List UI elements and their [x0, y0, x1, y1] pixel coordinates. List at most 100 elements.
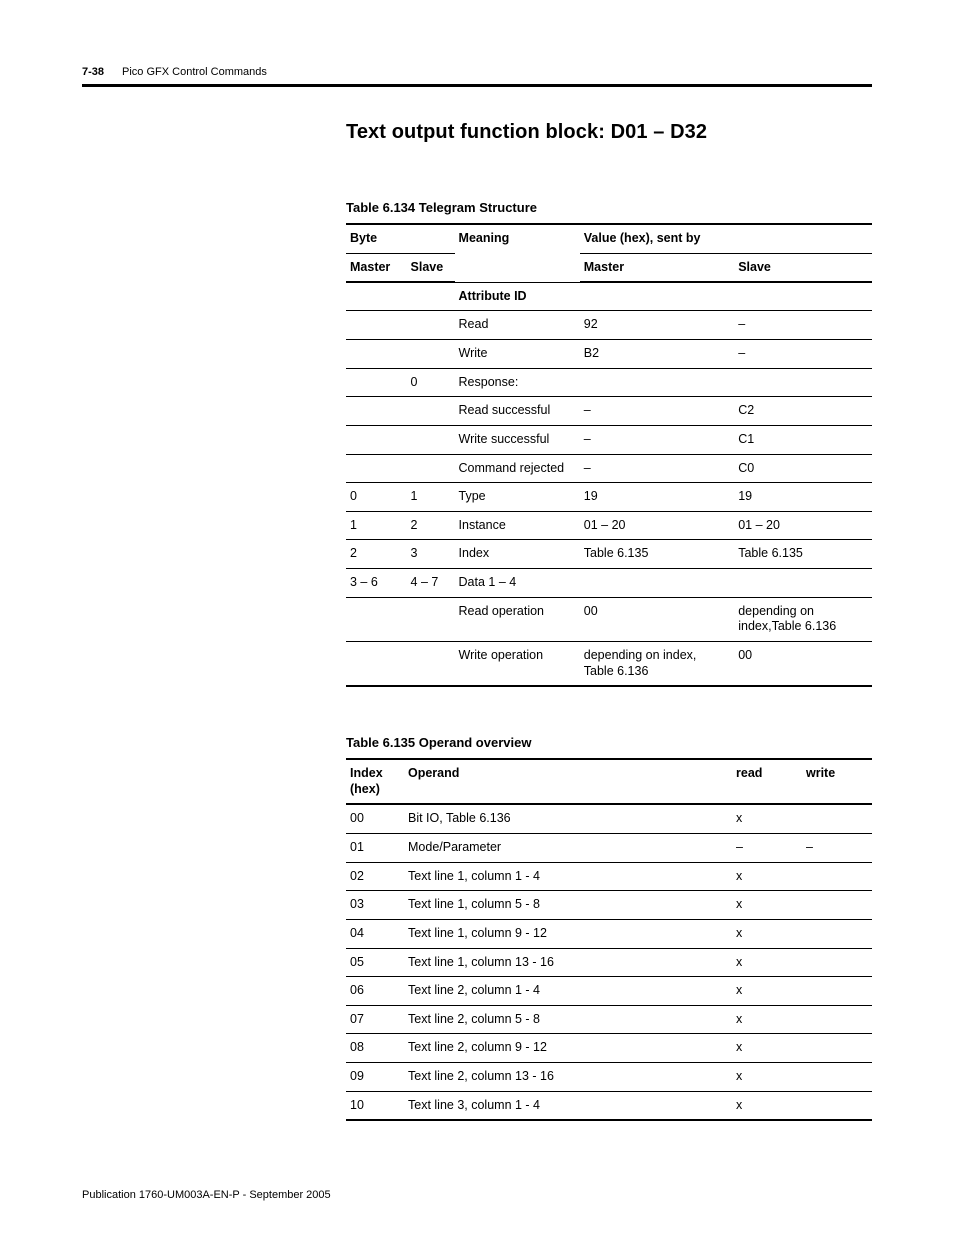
cell: Write operation	[455, 641, 580, 686]
cell: –	[732, 834, 802, 863]
cell: 01	[346, 834, 404, 863]
cell: Text line 1, column 1 - 4	[404, 862, 732, 891]
cell	[802, 977, 872, 1006]
table-135-caption: Table 6.135 Operand overview	[346, 735, 872, 750]
table-row: Read successful–C2	[346, 397, 872, 426]
cell	[407, 425, 455, 454]
cell: 09	[346, 1063, 404, 1092]
cell: x	[732, 804, 802, 833]
cell: Text line 3, column 1 - 4	[404, 1091, 732, 1120]
table-row: Write operationdepending on index, Table…	[346, 641, 872, 686]
cell: Read	[455, 311, 580, 340]
running-header: 7-38 Pico GFX Control Commands	[82, 66, 872, 78]
table-row: Attribute ID	[346, 282, 872, 311]
table-134: Byte Meaning Value (hex), sent by Master…	[346, 223, 872, 687]
cell: Text line 1, column 5 - 8	[404, 891, 732, 920]
table-row: 0Response:	[346, 368, 872, 397]
page-number: 7-38	[82, 66, 104, 78]
cell	[802, 1063, 872, 1092]
cell: 92	[580, 311, 734, 340]
cell: Text line 2, column 13 - 16	[404, 1063, 732, 1092]
cell: Write	[455, 340, 580, 369]
table-row: 23IndexTable 6.135Table 6.135	[346, 540, 872, 569]
cell: 00	[580, 597, 734, 641]
cell: 00	[346, 804, 404, 833]
th-index: Index (hex)	[346, 759, 404, 804]
publication-footer: Publication 1760-UM003A-EN-P - September…	[82, 1189, 331, 1201]
cell: Response:	[455, 368, 580, 397]
cell: 0	[407, 368, 455, 397]
cell: 10	[346, 1091, 404, 1120]
cell	[802, 1091, 872, 1120]
cell	[407, 311, 455, 340]
table-row: 3 – 64 – 7Data 1 – 4	[346, 569, 872, 598]
cell: 3 – 6	[346, 569, 407, 598]
cell	[802, 891, 872, 920]
cell	[346, 340, 407, 369]
cell: Write successful	[455, 425, 580, 454]
cell: depending on index,Table 6.136	[734, 597, 872, 641]
table-row: 01Mode/Parameter––	[346, 834, 872, 863]
cell	[346, 282, 407, 311]
cell	[734, 569, 872, 598]
page: 7-38 Pico GFX Control Commands Text outp…	[0, 0, 954, 1235]
th-byte: Byte	[346, 224, 455, 253]
cell: 03	[346, 891, 404, 920]
table-row: Command rejected–C0	[346, 454, 872, 483]
cell: Text line 2, column 1 - 4	[404, 977, 732, 1006]
cell: Text line 1, column 13 - 16	[404, 948, 732, 977]
cell: Command rejected	[455, 454, 580, 483]
table-row: 09Text line 2, column 13 - 16x	[346, 1063, 872, 1092]
cell: x	[732, 948, 802, 977]
cell	[580, 282, 734, 311]
cell: 2	[346, 540, 407, 569]
cell: x	[732, 1034, 802, 1063]
cell	[346, 311, 407, 340]
th-byte-master: Master	[346, 253, 407, 282]
table-row: 06Text line 2, column 1 - 4x	[346, 977, 872, 1006]
cell	[346, 641, 407, 686]
cell	[802, 1034, 872, 1063]
table-row: 07Text line 2, column 5 - 8x	[346, 1005, 872, 1034]
cell	[580, 569, 734, 598]
cell: –	[580, 397, 734, 426]
cell: 19	[580, 483, 734, 512]
cell: C2	[734, 397, 872, 426]
cell: Text line 1, column 9 - 12	[404, 919, 732, 948]
cell: 19	[734, 483, 872, 512]
cell: x	[732, 1063, 802, 1092]
cell	[407, 641, 455, 686]
cell: 0	[346, 483, 407, 512]
cell: Attribute ID	[455, 282, 580, 311]
cell: –	[580, 454, 734, 483]
cell: 08	[346, 1034, 404, 1063]
th-value-master: Master	[580, 253, 734, 282]
cell: Type	[455, 483, 580, 512]
cell: 01 – 20	[734, 511, 872, 540]
cell: 1	[346, 511, 407, 540]
cell: B2	[580, 340, 734, 369]
cell: 4 – 7	[407, 569, 455, 598]
table-134-caption: Table 6.134 Telegram Structure	[346, 200, 872, 215]
cell: 01 – 20	[580, 511, 734, 540]
cell: C1	[734, 425, 872, 454]
cell: 3	[407, 540, 455, 569]
cell: x	[732, 919, 802, 948]
table-row: WriteB2–	[346, 340, 872, 369]
cell: 2	[407, 511, 455, 540]
cell: Data 1 – 4	[455, 569, 580, 598]
table-row: Read operation00depending on index,Table…	[346, 597, 872, 641]
chapter-title: Pico GFX Control Commands	[122, 66, 267, 78]
main-content: Text output function block: D01 – D32 Ta…	[346, 121, 872, 1121]
th-operand: Operand	[404, 759, 732, 804]
cell	[407, 282, 455, 311]
table-row: 01Type1919	[346, 483, 872, 512]
cell: 00	[734, 641, 872, 686]
cell: Table 6.135	[580, 540, 734, 569]
cell: x	[732, 1091, 802, 1120]
cell: Index	[455, 540, 580, 569]
cell: x	[732, 891, 802, 920]
th-read: read	[732, 759, 802, 804]
cell: Read operation	[455, 597, 580, 641]
cell: Text line 2, column 9 - 12	[404, 1034, 732, 1063]
